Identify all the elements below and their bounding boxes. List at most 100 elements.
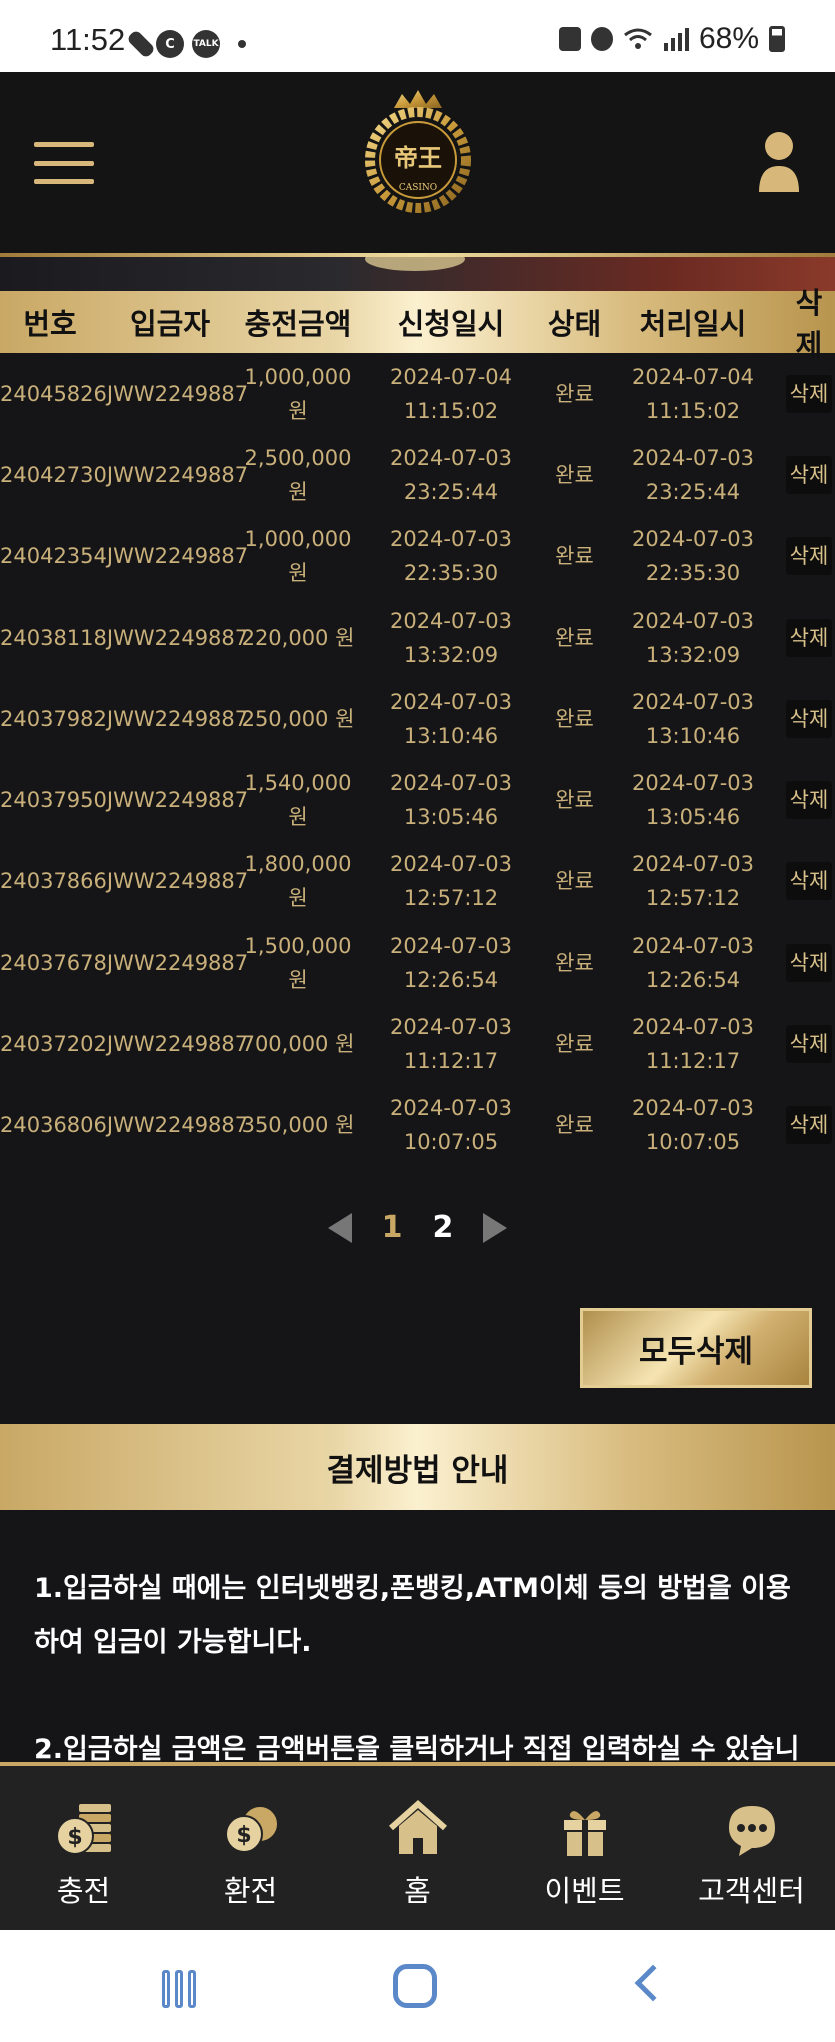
coins-icon: $ <box>224 1805 279 1853</box>
row-request-date: 2024-07-03 22:35:30 <box>356 522 546 590</box>
row-delete-button[interactable]: 삭제 <box>785 1106 833 1145</box>
request-time: 22:35:30 <box>403 561 499 586</box>
row-id: 24037866JWW2249887 <box>0 869 249 894</box>
request-time: 13:32:09 <box>403 642 499 667</box>
status-system: 68% <box>558 22 785 56</box>
row-delete-cell: 삭제 <box>783 1106 835 1145</box>
recent-apps-icon[interactable] <box>162 1970 202 2008</box>
row-delete-cell: 삭제 <box>783 374 835 413</box>
home-button-icon[interactable] <box>393 1964 437 2008</box>
row-amount: 700,000 원 <box>240 1027 356 1061</box>
nav-exchange-label: 환전 <box>223 1874 278 1908</box>
row-status: 완료 <box>555 950 594 975</box>
menu-icon[interactable] <box>34 142 94 184</box>
row-delete-button[interactable]: 삭제 <box>785 699 833 738</box>
row-request-date: 2024-07-03 13:05:46 <box>356 766 546 834</box>
processed-date: 2024-07-04 <box>631 364 755 389</box>
svg-text:$: $ <box>236 1823 251 1848</box>
request-date: 2024-07-03 <box>389 1096 513 1121</box>
battery-icon <box>769 26 785 52</box>
row-status: 완료 <box>555 544 594 569</box>
row-status: 완료 <box>555 706 594 731</box>
amount-line2: 원 <box>288 967 308 992</box>
table-body: 24045826JWW2249887 1,000,000 원 2024-07-04 11… <box>0 353 835 1166</box>
row-amount: 220,000 원 <box>240 621 356 655</box>
row-delete-button[interactable]: 삭제 <box>785 455 833 494</box>
kakaotalk-icon: TALK <box>192 30 220 58</box>
table-header: 번호 입금자 충전금액 신청일시 상태 처리일시 삭제 <box>0 286 835 362</box>
battery-percent: 68% <box>698 22 759 55</box>
coin-stack-icon: $ <box>55 1804 111 1855</box>
amount-line1: 700,000 원 <box>241 1032 355 1057</box>
header-number: 번호 <box>23 307 77 341</box>
nav-home[interactable]: 홈 <box>334 1766 501 1930</box>
table-row: 24045826JWW2249887 1,000,000 원 2024-07-04 11… <box>0 353 835 434</box>
request-time: 10:07:05 <box>403 1130 499 1155</box>
row-delete-button[interactable]: 삭제 <box>785 537 833 576</box>
request-time: 12:57:12 <box>403 886 499 911</box>
row-delete-button[interactable]: 삭제 <box>785 781 833 820</box>
row-delete-button[interactable]: 삭제 <box>785 1025 833 1064</box>
row-delete-button[interactable]: 삭제 <box>785 943 833 982</box>
amount-line1: 1,540,000 <box>244 771 352 796</box>
table-row: 24037866JWW2249887 1,800,000 원 2024-07-03 12… <box>0 841 835 922</box>
processed-time: 12:57:12 <box>645 886 741 911</box>
row-delete-button[interactable]: 삭제 <box>785 618 833 657</box>
processed-time: 12:26:54 <box>645 967 741 992</box>
row-delete-cell: 삭제 <box>783 455 835 494</box>
request-date: 2024-07-03 <box>389 771 513 796</box>
request-time: 13:10:46 <box>403 723 499 748</box>
next-page-icon[interactable] <box>483 1212 508 1243</box>
row-processed-date: 2024-07-03 11:12:17 <box>603 1010 783 1078</box>
row-id: 24038118JWW2249887 <box>0 625 249 650</box>
row-amount: 1,000,000 원 <box>240 360 356 428</box>
user-icon[interactable] <box>757 130 801 192</box>
row-id: 24037950JWW2249887 <box>0 788 249 813</box>
header-delete: 삭제 <box>795 286 823 362</box>
row-processed-date: 2024-07-03 13:10:46 <box>603 685 783 753</box>
row-status: 완료 <box>555 788 594 813</box>
row-request-date: 2024-07-03 13:10:46 <box>356 685 546 753</box>
prev-page-icon[interactable] <box>327 1212 352 1243</box>
table-row: 24042730JWW2249887 2,500,000 원 2024-07-03 23… <box>0 434 835 515</box>
svg-text:帝王: 帝王 <box>394 143 442 172</box>
amount-line1: 1,000,000 <box>244 364 352 389</box>
row-id: 24042730JWW2249887 <box>0 462 249 487</box>
page-2[interactable]: 2 <box>433 1210 454 1245</box>
wifi-icon <box>624 28 652 49</box>
request-time: 13:05:46 <box>403 805 499 830</box>
casino-logo[interactable]: 帝王 CASINO <box>354 86 482 226</box>
pagination: 1 2 <box>0 1210 835 1245</box>
request-time: 23:25:44 <box>403 479 499 504</box>
row-delete-button[interactable]: 삭제 <box>785 862 833 901</box>
row-processed-date: 2024-07-03 10:07:05 <box>603 1091 783 1159</box>
row-delete-button[interactable]: 삭제 <box>785 374 833 413</box>
nav-support[interactable]: 고객센터 <box>668 1766 835 1930</box>
signal-icon <box>663 28 689 51</box>
processed-date: 2024-07-03 <box>631 527 755 552</box>
row-request-date: 2024-07-03 13:32:09 <box>356 604 546 672</box>
amount-line1: 350,000 원 <box>241 1113 355 1138</box>
page-1[interactable]: 1 <box>382 1210 403 1245</box>
amount-line2: 원 <box>288 805 308 830</box>
request-date: 2024-07-03 <box>389 933 513 958</box>
row-delete-cell: 삭제 <box>783 943 835 982</box>
nav-exchange[interactable]: $ 환전 <box>167 1766 334 1930</box>
table-row: 24037982JWW2249887 250,000 원 2024-07-03 13:… <box>0 678 835 759</box>
delete-all-button[interactable]: 모두삭제 <box>580 1308 812 1388</box>
back-icon[interactable] <box>634 1964 672 2002</box>
row-request-date: 2024-07-03 12:57:12 <box>356 847 546 915</box>
amount-line2: 원 <box>288 561 308 586</box>
row-request-date: 2024-07-03 11:12:17 <box>356 1010 546 1078</box>
nav-charge[interactable]: $ 충전 <box>0 1766 167 1930</box>
nav-event[interactable]: 이벤트 <box>501 1766 668 1930</box>
home-icon <box>388 1799 447 1854</box>
app-header: 帝王 CASINO <box>0 72 835 255</box>
header-status: 상태 <box>547 307 602 341</box>
table-row: 24042354JWW2249887 1,000,000 원 2024-07-03 22… <box>0 516 835 597</box>
table-row: 24037950JWW2249887 1,540,000 원 2024-07-03 13… <box>0 759 835 840</box>
processed-time: 23:25:44 <box>645 479 741 504</box>
processed-date: 2024-07-03 <box>631 852 755 877</box>
request-date: 2024-07-03 <box>389 445 513 470</box>
row-processed-date: 2024-07-03 13:05:46 <box>603 766 783 834</box>
